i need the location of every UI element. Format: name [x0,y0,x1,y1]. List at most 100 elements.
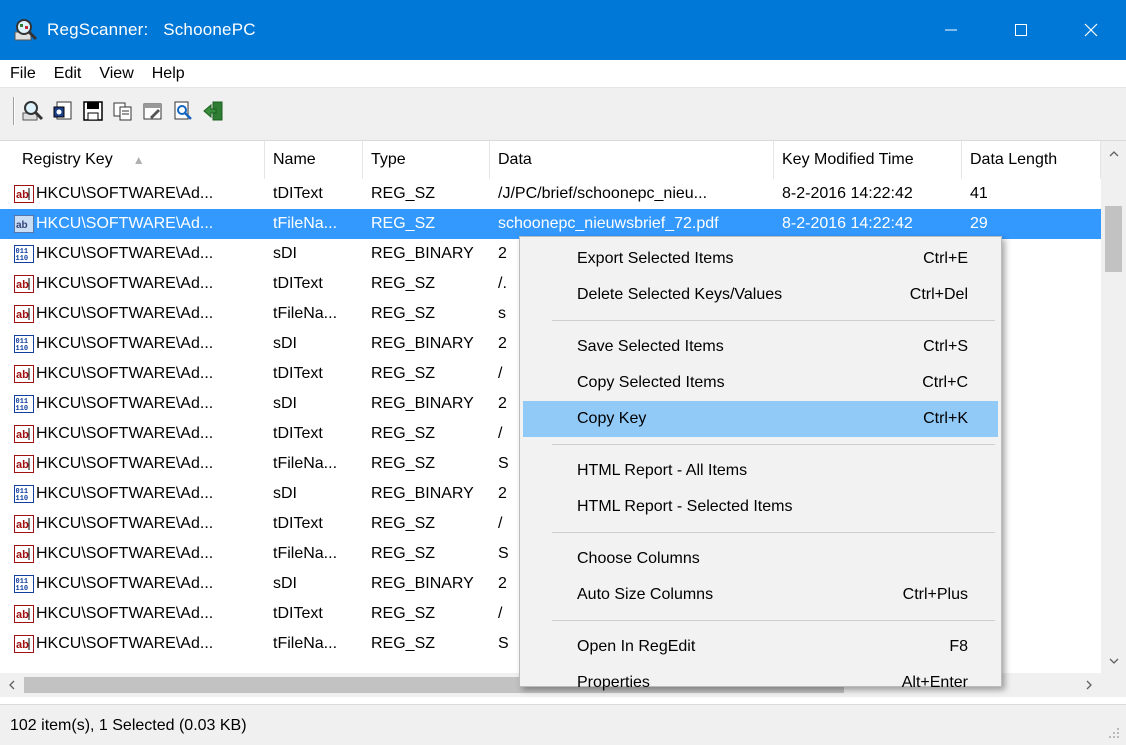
cell-name: tDIText [273,185,323,202]
scroll-left-icon[interactable] [0,673,24,697]
svg-text:ab: ab [16,220,28,231]
cell-name: tFileNa... [273,215,338,232]
column-type[interactable]: Type [363,141,490,179]
cell-text: HKCU\SOFTWARE\Ad... [36,275,214,292]
copy-icon [113,102,132,121]
menu-separator [552,620,995,621]
reg-binary-icon: 011 110 [14,244,34,264]
reg-sz-icon: ab [14,604,34,624]
cell-name: sDI [273,335,297,352]
resize-grip-icon[interactable] [1108,727,1120,739]
cell-type: REG_SZ [371,215,436,232]
context-menu-item[interactable]: Delete Selected Keys/Values Ctrl+Del [523,277,998,313]
cell-key: ab HKCU\SOFTWARE\Ad... [0,419,265,449]
column-label: Registry Key [22,151,113,168]
reg-sz-selected-icon: ab [14,214,34,234]
minimize-button[interactable] [916,0,986,60]
vertical-scroll-thumb[interactable] [1105,206,1122,272]
context-menu-item[interactable]: Save Selected Items Ctrl+S [523,329,998,365]
cell-key: ab HKCU\SOFTWARE\Ad... [0,179,265,209]
reg-sz-icon: ab [14,304,34,324]
maximize-icon [1015,24,1027,36]
scroll-right-icon[interactable] [1077,673,1101,697]
menu-view[interactable]: View [90,60,142,88]
cell-text: HKCU\SOFTWARE\Ad... [36,605,214,622]
vertical-scrollbar[interactable] [1101,141,1126,673]
column-key-modified-time[interactable]: Key Modified Time [774,141,962,179]
reg-sz-icon: ab [14,274,34,294]
menu-item-shortcut: Ctrl+Plus [902,586,968,603]
context-menu-item[interactable]: Choose Columns [523,541,998,577]
scroll-down-icon[interactable] [1101,648,1126,673]
find-icon [174,101,192,120]
title-bar: RegScanner: SchoonePC [0,0,1126,60]
column-name[interactable]: Name [265,141,363,179]
cell-type: REG_BINARY [371,575,474,592]
menu-help[interactable]: Help [143,60,194,88]
cell-name: tDIText [273,425,323,442]
status-text: 102 item(s), 1 Selected (0.03 KB) [10,717,247,734]
cell-name: sDI [273,395,297,412]
menu-separator [552,444,995,445]
svg-text:ab: ab [16,189,29,201]
status-bar: 102 item(s), 1 Selected (0.03 KB) [0,704,1126,745]
cell-data: schoonepc_nieuwsbrief_72.pdf [498,215,719,232]
cell-type: REG_SZ [371,425,436,442]
find-button[interactable] [171,99,195,123]
menu-item-shortcut: Alt+Enter [901,674,968,691]
cell-name: tFileNa... [273,305,338,322]
cell-name: tFileNa... [273,545,338,562]
svg-text:ab: ab [16,459,29,471]
column-data-length[interactable]: Data Length [962,141,1101,179]
context-menu-item[interactable]: HTML Report - Selected Items [523,489,998,525]
cell-key: ab HKCU\SOFTWARE\Ad... [0,209,265,239]
scroll-up-icon[interactable] [1101,141,1126,166]
new-scan-button[interactable] [21,99,45,123]
cell-name: tDIText [273,605,323,622]
exit-icon [203,101,223,121]
context-menu-item[interactable]: Copy Key Ctrl+K [523,401,998,437]
cell-time: 8-2-2016 14:22:42 [782,185,913,202]
properties-button[interactable] [141,99,165,123]
exit-button[interactable] [201,99,225,123]
menu-item-label: Auto Size Columns [577,586,714,603]
cell-name: tFileNa... [273,635,338,652]
context-menu-item[interactable]: Auto Size Columns Ctrl+Plus [523,577,998,613]
sort-ascending-icon: ▲ [132,153,145,167]
column-registry-key[interactable]: Registry Key ▲ [0,141,265,179]
save-button[interactable] [81,99,105,123]
maximize-button[interactable] [986,0,1056,60]
open-regedit-icon [53,101,72,120]
menu-item-label: Properties [577,674,650,691]
column-label: Key Modified Time [782,151,914,168]
cell-length: 41 [970,185,988,202]
cell-type: REG_BINARY [371,335,474,352]
menu-separator [552,532,995,533]
reg-binary-icon: 011 110 [14,574,34,594]
cell-text: HKCU\SOFTWARE\Ad... [36,515,214,532]
menu-file[interactable]: File [0,60,45,88]
cell-text: HKCU\SOFTWARE\Ad... [36,215,214,232]
context-menu-item[interactable]: Open In RegEdit F8 [523,629,998,665]
context-menu-item[interactable]: HTML Report - All Items [523,453,998,489]
column-data[interactable]: Data [490,141,774,179]
cell-name: tDIText [273,515,323,532]
cell-key: 011 110 HKCU\SOFTWARE\Ad... [0,569,265,599]
copy-button[interactable] [111,99,135,123]
cell-text: HKCU\SOFTWARE\Ad... [36,335,214,352]
svg-text:ab: ab [16,639,29,651]
cell-key: ab HKCU\SOFTWARE\Ad... [0,299,265,329]
context-menu-item[interactable]: Copy Selected Items Ctrl+C [523,365,998,401]
svg-text:ab: ab [16,549,29,561]
open-regedit-button[interactable] [51,99,75,123]
svg-text:ab: ab [16,609,29,621]
menu-edit[interactable]: Edit [45,60,91,88]
cell-name: sDI [273,485,297,502]
context-menu-item[interactable]: Export Selected Items Ctrl+E [523,241,998,277]
context-menu-item[interactable]: Properties Alt+Enter [523,665,998,701]
cell-key: ab HKCU\SOFTWARE\Ad... [0,269,265,299]
close-button[interactable] [1056,0,1126,60]
table-row[interactable]: ab HKCU\SOFTWARE\Ad... tFileNa... REG_SZ sch… [0,209,1101,239]
cell-text: HKCU\SOFTWARE\Ad... [36,425,214,442]
table-row[interactable]: ab HKCU\SOFTWARE\Ad... tDIText REG_SZ/J/PC/… [0,179,1101,209]
